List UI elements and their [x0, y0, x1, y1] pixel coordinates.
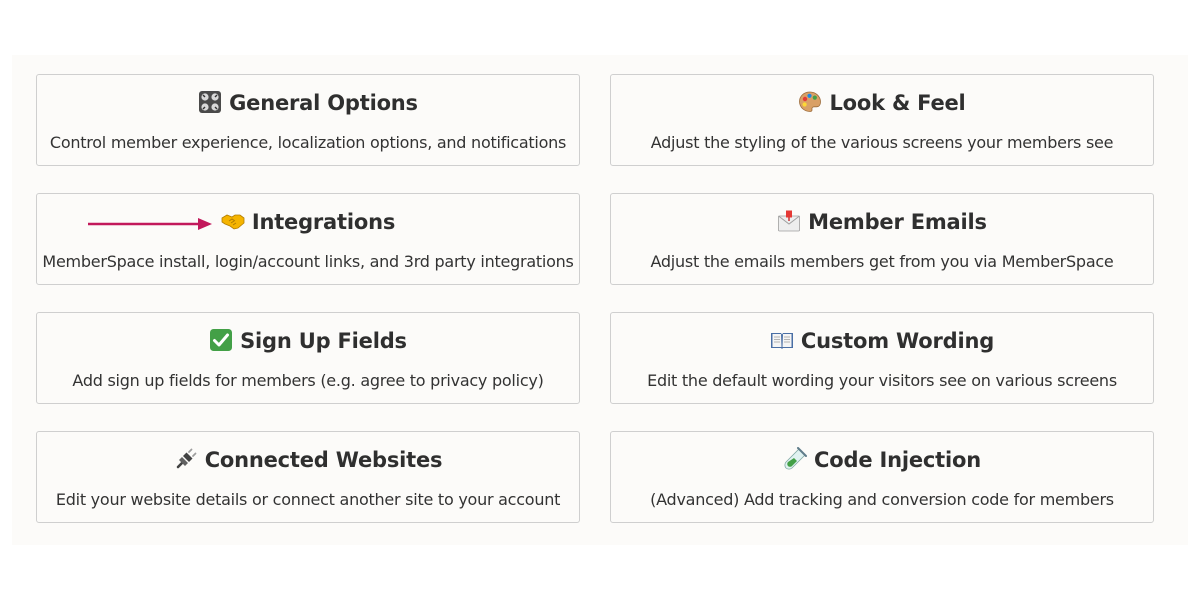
- card-description: MemberSpace install, login/account links…: [42, 252, 574, 271]
- card-title-text: Sign Up Fields: [240, 329, 407, 353]
- card-title-text: Connected Websites: [204, 448, 443, 472]
- code-injection-card[interactable]: Code Injection (Advanced) Add tracking a…: [610, 431, 1154, 523]
- sign-up-fields-card[interactable]: Sign Up Fields Add sign up fields for me…: [36, 312, 580, 404]
- card-description: Adjust the styling of the various screen…: [650, 133, 1114, 152]
- plug-icon: [176, 448, 197, 469]
- card-description: Adjust the emails members get from you v…: [650, 252, 1114, 271]
- envelope-icon: [778, 210, 801, 232]
- card-description: (Advanced) Add tracking and conversion c…: [650, 490, 1114, 509]
- member-emails-card[interactable]: Member Emails Adjust the emails members …: [610, 193, 1154, 285]
- card-title: Sign Up Fields: [37, 328, 579, 353]
- card-description: Add sign up fields for members (e.g. agr…: [72, 371, 544, 390]
- card-title: Member Emails: [611, 209, 1153, 234]
- open-book-icon: [770, 333, 793, 349]
- general-options-card[interactable]: General Options Control member experienc…: [36, 74, 580, 166]
- card-description: Edit the default wording your visitors s…: [647, 371, 1117, 390]
- card-title-text: Code Injection: [814, 448, 981, 472]
- card-title: Custom Wording: [611, 328, 1153, 353]
- card-title-text: Member Emails: [808, 210, 987, 234]
- card-title: General Options: [37, 90, 579, 115]
- connected-websites-card[interactable]: Connected Websites Edit your website det…: [36, 431, 580, 523]
- card-title: Code Injection: [611, 447, 1153, 472]
- arrow-annotation-icon: [88, 218, 212, 230]
- card-title-text: Look & Feel: [829, 91, 966, 115]
- look-and-feel-card[interactable]: Look & Feel Adjust the styling of the va…: [610, 74, 1154, 166]
- integrations-card[interactable]: Integrations MemberSpace install, login/…: [36, 193, 580, 285]
- card-title-text: Custom Wording: [800, 329, 995, 353]
- card-description: Edit your website details or connect ano…: [55, 490, 561, 509]
- test-tube-icon: [784, 447, 808, 470]
- control-knobs-icon: [199, 91, 222, 113]
- card-title: Look & Feel: [611, 90, 1153, 115]
- handshake-icon: [221, 214, 245, 230]
- card-title-text: Integrations: [251, 210, 396, 234]
- card-title-text: General Options: [229, 91, 418, 115]
- card-description: Control member experience, localization …: [49, 133, 567, 152]
- check-mark-icon: [210, 329, 233, 351]
- artist-palette-icon: [799, 91, 822, 112]
- card-title: Connected Websites: [37, 447, 579, 472]
- custom-wording-card[interactable]: Custom Wording Edit the default wording …: [610, 312, 1154, 404]
